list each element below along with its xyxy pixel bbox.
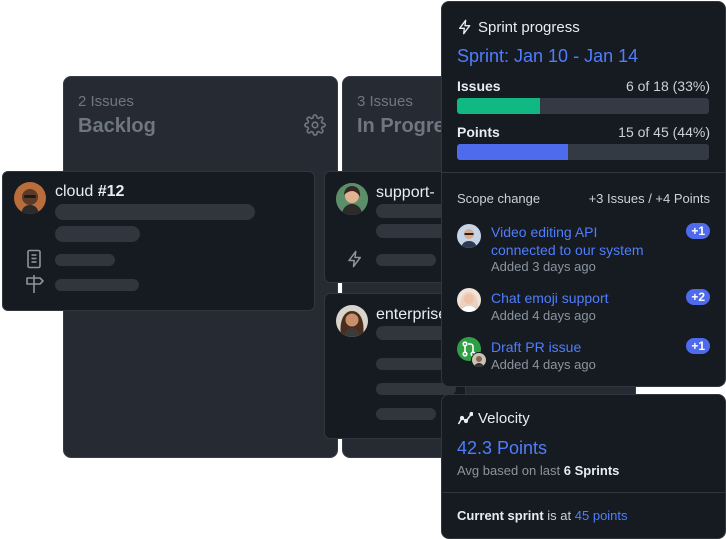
scope-item-link[interactable]: Draft PR issue bbox=[491, 338, 581, 356]
divider bbox=[442, 492, 725, 493]
velocity-chart-icon bbox=[457, 411, 473, 425]
divider bbox=[442, 172, 725, 173]
avg-sprints: 6 Sprints bbox=[563, 463, 620, 478]
placeholder-bar bbox=[376, 408, 436, 420]
issues-progress-fill bbox=[457, 98, 541, 114]
avatar bbox=[457, 288, 481, 312]
signpost-icon bbox=[26, 275, 44, 293]
card-title: support- bbox=[376, 184, 435, 201]
current-sprint-points: 45 points bbox=[574, 508, 628, 523]
placeholder-bar bbox=[55, 226, 140, 242]
current-sprint-text: Current sprint is at 45 points bbox=[457, 508, 628, 523]
scope-item-badge: +2 bbox=[686, 289, 710, 305]
avatar bbox=[336, 305, 368, 337]
points-progress-bar bbox=[457, 144, 709, 160]
placeholder-bar bbox=[55, 254, 115, 266]
scope-item-badge: +1 bbox=[686, 223, 710, 239]
column-issue-count: 3 Issues bbox=[357, 93, 413, 110]
card-label: cloud bbox=[55, 183, 94, 200]
gear-icon[interactable] bbox=[304, 114, 326, 136]
issues-progress-bar bbox=[457, 98, 709, 114]
column-title: Backlog bbox=[78, 115, 156, 137]
avatar bbox=[336, 183, 368, 215]
velocity-average: Avg based on last 6 Sprints bbox=[457, 463, 619, 478]
avatar bbox=[471, 352, 487, 368]
panel-title: Velocity bbox=[478, 410, 530, 427]
placeholder-bar bbox=[55, 204, 255, 220]
sprint-progress-panel: Sprint progress Sprint: Jan 10 - Jan 14 … bbox=[441, 1, 726, 387]
issues-label: Issues bbox=[457, 78, 501, 94]
placeholder-bar bbox=[376, 254, 436, 266]
scope-item-title-line2: connected to our system bbox=[491, 242, 644, 258]
scope-item-title-line1: Video editing API bbox=[491, 224, 598, 240]
column-issue-count: 2 Issues bbox=[78, 93, 134, 110]
points-progress-fill bbox=[457, 144, 568, 160]
scope-item-badge: +1 bbox=[686, 338, 710, 354]
issue-card-cloud[interactable]: cloud #12 bbox=[2, 171, 315, 311]
scope-item-added: Added 4 days ago bbox=[491, 357, 596, 372]
sprint-name: Sprint: Jan 10 - Jan 14 bbox=[457, 46, 639, 66]
issue-number: #12 bbox=[97, 183, 125, 200]
card-title: cloud #12 bbox=[55, 183, 124, 201]
velocity-points: 42.3 Points bbox=[457, 438, 548, 458]
scope-change-value: +3 Issues / +4 Points bbox=[588, 191, 710, 206]
issues-value: 6 of 18 (33%) bbox=[625, 78, 710, 94]
lightning-icon bbox=[459, 19, 471, 35]
notebook-icon bbox=[27, 249, 41, 269]
current-sprint-label: Current sprint bbox=[457, 508, 544, 523]
points-value: 15 of 45 (44%) bbox=[618, 124, 710, 140]
current-sprint-mid: is at bbox=[547, 508, 572, 523]
velocity-panel: Velocity 42.3 Points Avg based on last 6… bbox=[441, 394, 726, 539]
panel-title: Sprint progress bbox=[478, 19, 580, 36]
scope-change-label: Scope change bbox=[457, 191, 541, 206]
scope-item-link[interactable]: Video editing API connected to our syste… bbox=[491, 223, 644, 259]
scope-item-added: Added 3 days ago bbox=[491, 259, 596, 274]
placeholder-bar bbox=[55, 279, 139, 291]
lightning-icon bbox=[348, 250, 361, 268]
card-title: enterprise bbox=[376, 306, 448, 323]
scope-item-link[interactable]: Chat emoji support bbox=[491, 289, 609, 307]
avatar bbox=[457, 224, 481, 248]
scope-item-added: Added 4 days ago bbox=[491, 308, 596, 323]
avatar bbox=[14, 182, 46, 214]
avg-prefix: Avg based on last bbox=[457, 463, 561, 478]
points-label: Points bbox=[457, 124, 500, 140]
